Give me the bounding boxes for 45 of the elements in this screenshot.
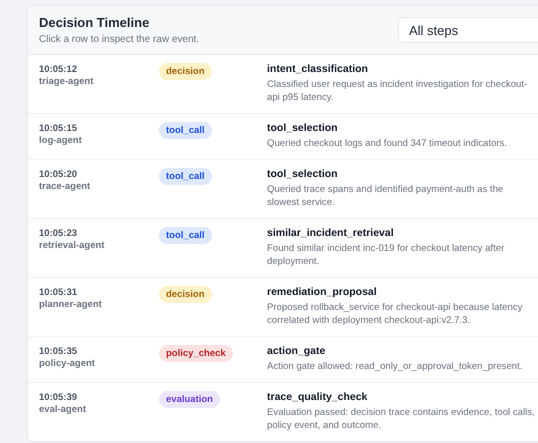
timeline-row[interactable]: 10:05:39 eval-agent evaluation trace_quality_check Evaluation passed: decision trace contains evidence, tool calls, policy event, and outcome.	[28, 383, 538, 441]
event-description: Queried trace spans and identified payment-auth as the slowest service.	[267, 183, 504, 209]
timeline-row[interactable]: 10:05:20 trace-agent tool_call tool_selection Queried trace spans and identified payment-auth as the slowest service.	[28, 160, 538, 219]
event-type-tag: evaluation	[159, 391, 220, 408]
card-subtitle: Click a row to inspect the raw event.	[39, 34, 200, 45]
event-type-tag: decision	[159, 63, 212, 80]
event-description: Classified user request as incident investigation for checkout-api p95 latency.	[267, 78, 528, 104]
event-time: 10:05:20	[39, 169, 78, 180]
timeline-row[interactable]: 10:05:15 log-agent tool_call tool_selection Queried checkout logs and found 347 timeout indicators.	[28, 114, 538, 160]
event-time: 10:05:23	[39, 228, 78, 239]
event-type-tag: decision	[159, 286, 212, 303]
step-filter-dropdown[interactable]: All steps	[398, 17, 538, 43]
step-name: action_gate	[267, 345, 326, 357]
event-type-tag: tool_call	[159, 168, 212, 185]
timeline-row[interactable]: 10:05:23 retrieval-agent tool_call similar_incident_retrieval Found similar incident inc-019 for checkout latency after deployment.	[28, 219, 538, 278]
event-description: Evaluation passed: decision trace contains evidence, tool calls, policy event, and outcome.	[267, 406, 535, 432]
event-type-tag: tool_call	[159, 227, 212, 244]
step-name: similar_incident_retrieval	[267, 227, 395, 239]
step-name: trace_quality_check	[267, 391, 368, 403]
event-description: Queried checkout logs and found 347 timeout indicators.	[267, 137, 508, 150]
event-time: 10:05:12	[39, 64, 78, 75]
event-time: 10:05:35	[39, 346, 78, 357]
agent-name: planner-agent	[39, 299, 103, 310]
agent-name: trace-agent	[39, 181, 92, 192]
timeline-row[interactable]: 10:05:31 planner-agent decision remediation_proposal Proposed rollback_service for checkout-api because latency correlated with deployment checkout-api:v2.7.3.	[28, 278, 538, 337]
agent-name: eval-agent	[39, 404, 87, 415]
card-title: Decision Timeline	[39, 15, 150, 30]
event-description: Action gate allowed: read_only_or_approval_token_present.	[267, 360, 524, 373]
event-time: 10:05:15	[39, 123, 78, 134]
step-name: tool_selection	[267, 122, 339, 134]
agent-name: retrieval-agent	[39, 240, 106, 251]
timeline-row[interactable]: 10:05:35 policy-agent policy_check action_gate Action gate allowed: read_only_or_approval_token_present.	[28, 337, 538, 383]
event-time: 10:05:39	[39, 392, 78, 403]
agent-name: policy-agent	[39, 358, 96, 369]
event-type-tag: tool_call	[159, 122, 212, 139]
agent-name: log-agent	[39, 135, 83, 146]
step-name: remediation_proposal	[267, 286, 378, 298]
event-time: 10:05:31	[39, 287, 78, 298]
event-description: Found similar incident inc-019 for checkout latency after deployment.	[267, 242, 506, 268]
timeline-row[interactable]: 10:05:12 triage-agent decision intent_classification Classified user request as incident investigation for checkout-api p95 latency.	[28, 55, 538, 114]
event-description: Proposed rollback_service for checkout-api because latency correlated with deployment checkout-api:v2.7.3.	[267, 301, 524, 327]
event-type-tag: policy_check	[159, 345, 233, 362]
agent-name: triage-agent	[39, 76, 94, 87]
step-name: tool_selection	[267, 168, 339, 180]
step-name: intent_classification	[267, 63, 369, 75]
